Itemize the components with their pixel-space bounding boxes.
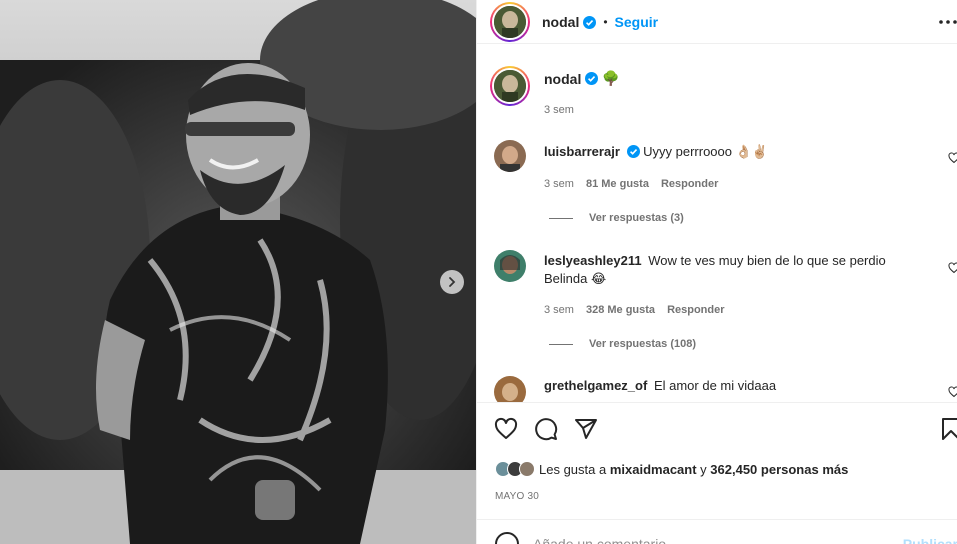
add-comment-bar: Publicar <box>477 519 957 544</box>
comment-meta: 3 sem 81 Me gusta Responder <box>544 178 718 190</box>
more-options-button[interactable] <box>938 12 957 32</box>
caption-author-avatar[interactable] <box>490 66 530 106</box>
likes-user[interactable]: mixaidmacant <box>610 462 697 477</box>
post-details-panel: nodal • Seguir nodal 🌳 3 sem luisbarrera… <box>476 0 957 544</box>
share-icon[interactable] <box>574 417 598 441</box>
like-comment-icon[interactable] <box>948 152 957 164</box>
comment-username[interactable]: grethelgamez_of <box>544 378 647 393</box>
view-replies-label: Ver respuestas (3) <box>589 212 684 224</box>
comment-username[interactable]: luisbarrerajr <box>544 144 620 159</box>
caption-timestamp: 3 sem <box>544 104 574 116</box>
view-replies-button[interactable]: Ver respuestas (108) <box>549 338 696 350</box>
post-comment-button[interactable]: Publicar <box>903 536 957 544</box>
comment-meta: 3 sem 328 Me gusta Responder <box>544 304 725 316</box>
author-avatar[interactable] <box>490 2 530 42</box>
post-image <box>0 0 476 544</box>
comment-text: leslyeashley211 Wow te ves muy bien de l… <box>544 252 924 288</box>
verified-badge-icon <box>585 72 599 85</box>
avatar <box>519 461 535 477</box>
like-comment-icon[interactable] <box>948 262 957 274</box>
comment-text: grethelgamez_of El amor de mi vidaaa <box>544 377 924 395</box>
comment-body: Uyyy perrroooo 👌🏼✌🏼 <box>643 144 768 159</box>
emoji-icon[interactable] <box>495 532 519 544</box>
bookmark-icon[interactable] <box>939 417 957 441</box>
comment-time: 3 sem <box>544 304 574 316</box>
reply-button[interactable]: Responder <box>667 304 724 316</box>
comment-body: El amor de mi vidaaa <box>653 378 777 393</box>
comment-input[interactable] <box>533 536 893 544</box>
post-actions: Les gusta a mixaidmacant y 362,450 perso… <box>477 402 957 544</box>
liker-avatars <box>495 461 535 477</box>
reply-button[interactable]: Responder <box>661 178 718 190</box>
avatar-image <box>494 6 526 38</box>
post-header: nodal • Seguir <box>477 0 957 44</box>
commenter-avatar[interactable] <box>494 376 526 402</box>
comment-likes[interactable]: 81 Me gusta <box>586 178 649 190</box>
comment-icon[interactable] <box>534 417 558 441</box>
caption-username[interactable]: nodal <box>544 71 581 87</box>
like-comment-icon[interactable] <box>948 386 957 398</box>
verified-badge-icon <box>626 145 640 158</box>
avatar-image <box>494 250 526 282</box>
view-replies-button[interactable]: Ver respuestas (3) <box>549 212 684 224</box>
comment-time: 3 sem <box>544 178 574 190</box>
commenter-avatar[interactable] <box>494 250 526 282</box>
view-replies-label: Ver respuestas (108) <box>589 338 697 350</box>
more-horizontal-icon <box>939 20 957 24</box>
avatar-image <box>494 70 526 102</box>
avatar-image <box>494 140 526 172</box>
author-username[interactable]: nodal <box>542 14 579 30</box>
comments-list[interactable]: nodal 🌳 3 sem luisbarrerajr Uyyy perrroo… <box>477 54 957 402</box>
replies-divider <box>549 343 573 345</box>
comment-username[interactable]: leslyeashley211 <box>544 253 642 268</box>
post-photo[interactable] <box>0 0 476 544</box>
follow-button[interactable]: Seguir <box>615 14 659 30</box>
heart-icon[interactable] <box>494 417 518 441</box>
post-date: MAYO 30 <box>495 491 540 502</box>
replies-divider <box>549 217 573 219</box>
comment-text: luisbarrerajr Uyyy perrroooo 👌🏼✌🏼 <box>544 143 924 161</box>
caption-text: 🌳 <box>602 70 620 86</box>
avatar-image <box>494 376 526 402</box>
likes-prefix: Les gusta a <box>539 461 607 477</box>
comment-likes[interactable]: 328 Me gusta <box>586 304 655 316</box>
separator-dot: • <box>603 15 608 29</box>
chevron-right-icon <box>449 277 456 287</box>
likes-summary[interactable]: Les gusta a mixaidmacant y 362,450 perso… <box>495 461 848 477</box>
carousel-next-button[interactable] <box>440 270 464 294</box>
likes-count[interactable]: 362,450 personas más <box>710 462 848 477</box>
verified-badge-icon <box>583 15 597 29</box>
commenter-avatar[interactable] <box>494 140 526 172</box>
likes-and: y <box>700 461 707 477</box>
